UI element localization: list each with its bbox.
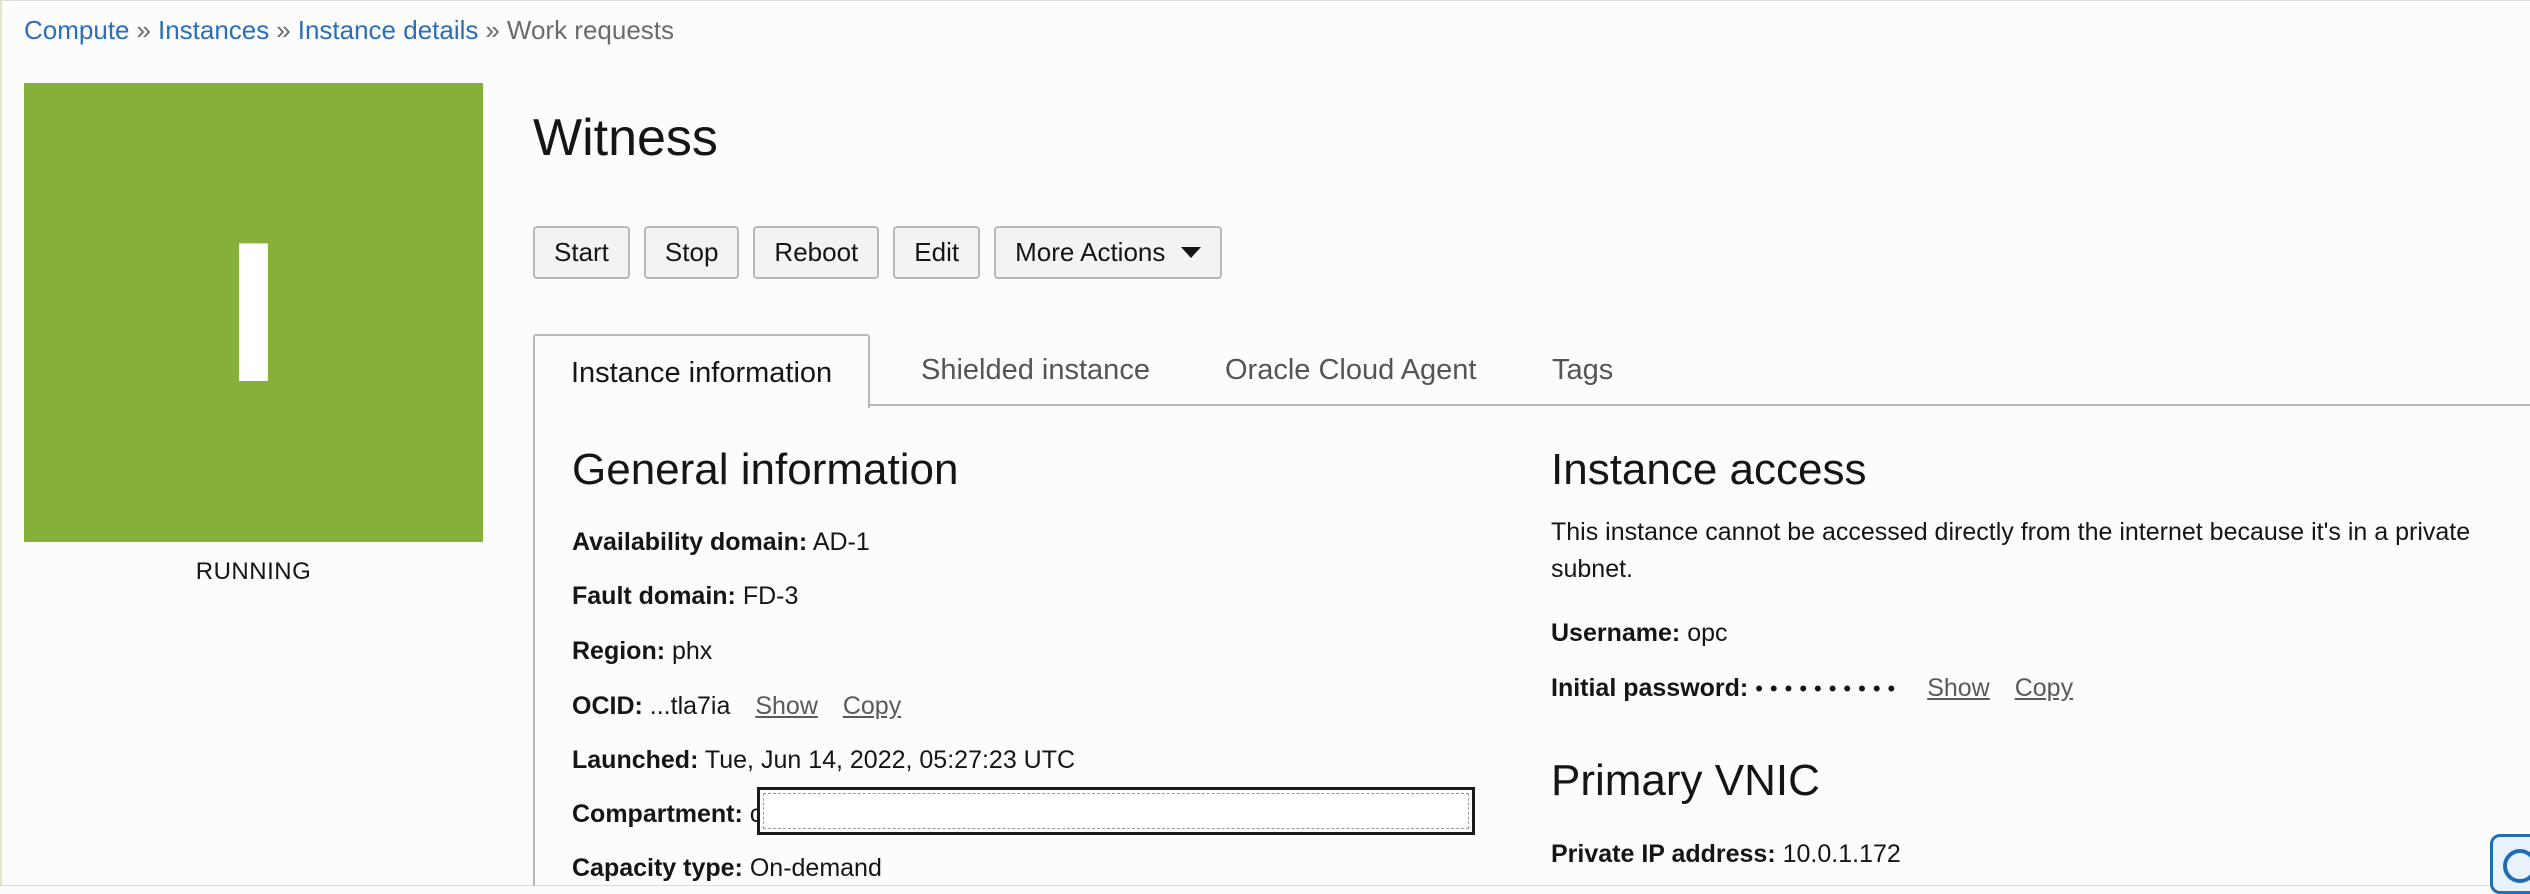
ocid-field: OCID: ...tla7ia Show Copy [572, 690, 901, 722]
field-label: Username: [1551, 619, 1681, 647]
capacity-type-field: Capacity type: On-demand [572, 852, 882, 884]
instance-status-label: RUNNING [195, 558, 312, 585]
field-label: Compartment: [572, 800, 743, 828]
instance-access-heading: Instance access [1551, 445, 1867, 494]
field-value: On-demand [749, 854, 882, 882]
breadcrumb-separator: » [276, 15, 291, 45]
general-information-heading: General information [572, 445, 959, 494]
compartment-field: Compartment: c [572, 798, 762, 830]
availability-domain-field: Availability domain: AD-1 [572, 526, 870, 558]
page-title: Witness [533, 109, 718, 167]
field-label: OCID: [572, 692, 643, 720]
tab-shielded-instance[interactable]: Shielded instance [921, 334, 1150, 406]
more-actions-button[interactable]: More Actions [994, 226, 1223, 279]
reboot-button[interactable]: Reboot [753, 226, 880, 279]
tab-instance-information[interactable]: Instance information [533, 334, 871, 408]
panel-border [533, 405, 535, 886]
redaction-pattern [763, 793, 1469, 829]
instance-status-tile: I [24, 83, 483, 542]
field-value: ...tla7ia [649, 692, 731, 720]
field-label: Launched: [572, 746, 699, 774]
breadcrumb-compute[interactable]: Compute [24, 15, 130, 45]
field-value: phx [672, 637, 713, 665]
caret-down-icon [1181, 247, 1202, 258]
redacted-compartment-box [757, 787, 1475, 835]
instance-access-description: This instance cannot be accessed directl… [1551, 518, 2471, 583]
field-value: Tue, Jun 14, 2022, 05:27:23 UTC [704, 746, 1076, 774]
edit-button[interactable]: Edit [893, 226, 981, 279]
field-label: Private IP address: [1551, 840, 1776, 868]
initial-password-field: Initial password: •••••••••• Show Copy [1551, 672, 2073, 705]
password-mask: •••••••••• [1755, 676, 1903, 701]
username-field: Username: opc [1551, 617, 1728, 649]
breadcrumb-instance-details[interactable]: Instance details [298, 15, 479, 45]
region-field: Region: phx [572, 635, 712, 667]
action-bar: Start Stop Reboot Edit More Actions [533, 226, 1223, 279]
more-actions-label: More Actions [1015, 237, 1166, 267]
stop-button[interactable]: Stop [643, 226, 740, 279]
field-value: 10.0.1.172 [1782, 840, 1901, 868]
breadcrumb-current: Work requests [506, 15, 675, 45]
field-label: Capacity type: [572, 854, 743, 882]
field-label: Initial password: [1551, 674, 1749, 702]
field-value: FD-3 [742, 582, 799, 610]
field-value: opc [1687, 619, 1728, 647]
ocid-show-link[interactable]: Show [755, 692, 818, 720]
primary-vnic-heading: Primary VNIC [1551, 756, 1820, 805]
field-label: Availability domain: [572, 528, 808, 556]
ocid-copy-link[interactable]: Copy [843, 692, 901, 720]
breadcrumb-separator: » [136, 15, 151, 45]
field-label: Fault domain: [572, 582, 736, 610]
launched-field: Launched: Tue, Jun 14, 2022, 05:27:23 UT… [572, 744, 1075, 776]
tab-oracle-cloud-agent[interactable]: Oracle Cloud Agent [1225, 334, 1476, 406]
fault-domain-field: Fault domain: FD-3 [572, 580, 798, 612]
help-widget-icon[interactable] [2490, 834, 2530, 894]
tab-tags[interactable]: Tags [1552, 334, 1613, 406]
start-button[interactable]: Start [533, 226, 630, 279]
field-value: AD-1 [812, 528, 870, 556]
breadcrumb: Compute» Instances» Instance details» Work … [24, 14, 674, 46]
field-label: Region: [572, 637, 666, 665]
breadcrumb-separator: » [485, 15, 500, 45]
breadcrumb-instances[interactable]: Instances [158, 15, 269, 45]
password-show-link[interactable]: Show [1927, 674, 1990, 702]
private-ip-field: Private IP address: 10.0.1.172 [1551, 838, 1901, 870]
instance-tile-letter: I [225, 200, 282, 424]
password-copy-link[interactable]: Copy [2015, 674, 2073, 702]
